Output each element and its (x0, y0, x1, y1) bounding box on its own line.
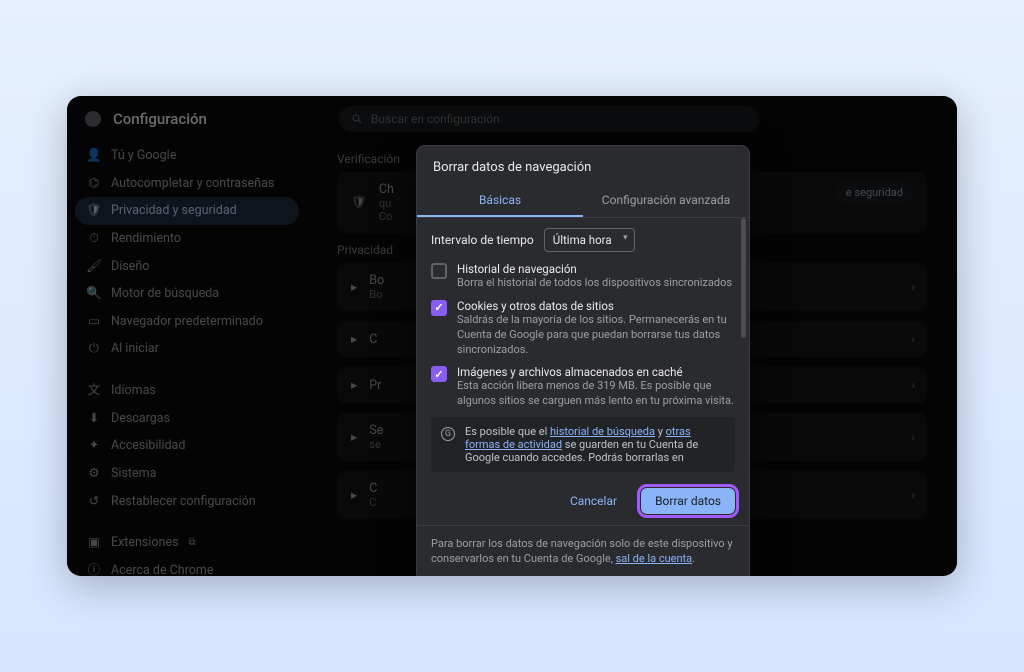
modal-scrollbar[interactable] (741, 218, 747, 478)
sidebar-item-label: Diseño (111, 259, 149, 275)
person-icon: 👤 (87, 148, 101, 164)
external-icon: ⧉ (189, 537, 196, 550)
clear-option-0: Historial de navegación Borra el histori… (431, 262, 735, 291)
search-icon: 🔍 (87, 286, 101, 302)
sidebar-item-t-y-google[interactable]: 👤 Tú y Google (75, 142, 299, 170)
chevron-right-icon: › (911, 378, 915, 392)
google-account-info: G Es posible que el historial de búsqued… (431, 417, 735, 472)
sidebar-item-label: Al iniciar (111, 341, 159, 357)
clear-data-button[interactable]: Borrar datos (641, 488, 735, 514)
chevron-right-icon: › (911, 332, 915, 346)
time-range-select[interactable]: Última hora (544, 228, 635, 252)
sidebar-item-sistema[interactable]: ⚙ Sistema (75, 460, 299, 488)
shield-icon: 🛡 (87, 203, 101, 219)
option-title: Cookies y otros datos de sitios (457, 299, 735, 313)
sidebar-item-rendimiento[interactable]: ⏱ Rendimiento (75, 225, 299, 253)
sidebar-item-label: Idiomas (111, 383, 156, 399)
modal-footer-note: Para borrar los datos de navegación solo… (417, 525, 749, 576)
a11y-icon: ✦ (87, 438, 101, 454)
sidebar-item-label: Navegador predeterminado (111, 314, 263, 330)
sidebar-item-label: Autocompletar y contraseñas (111, 176, 274, 192)
lock-icon: ▸ (351, 429, 357, 445)
sidebar-item-restablecer-configuraci-n[interactable]: ↺ Restablecer configuración (75, 488, 299, 516)
modal-title: Borrar datos de navegación (417, 146, 749, 185)
sidebar-item-label: Rendimiento (111, 231, 181, 247)
chevron-right-icon: › (911, 430, 915, 444)
priv-icon: ▸ (351, 377, 357, 393)
sidebar-item-descargas[interactable]: ⬇ Descargas (75, 405, 299, 433)
option-desc: Borra el historial de todos los disposit… (457, 276, 732, 291)
brush-icon: 🖌 (87, 259, 101, 275)
sidebar-item-label: Privacidad y seguridad (111, 203, 237, 219)
sidebar-item-extensiones[interactable]: ▣ Extensiones ⧉ (75, 529, 299, 557)
sidebar-item-motor-de-b-squeda[interactable]: 🔍 Motor de búsqueda (75, 280, 299, 308)
sign-out-link[interactable]: sal de la cuenta (616, 552, 693, 565)
search-icon (351, 113, 363, 125)
sidebar-item-label: Descargas (111, 411, 170, 427)
sidebar-item-label: Tú y Google (111, 148, 176, 164)
trash-icon: ▸ (351, 279, 357, 295)
time-range-label: Intervalo de tiempo (431, 233, 534, 247)
sidebar-item-al-iniciar[interactable]: ⏻ Al iniciar (75, 335, 299, 363)
tab-basic[interactable]: Básicas (417, 185, 583, 217)
clear-option-2: Imágenes y archivos almacenados en caché… (431, 365, 735, 409)
security-pill[interactable]: e seguridad (836, 182, 913, 203)
power-icon: ⏻ (87, 341, 101, 357)
tab-advanced[interactable]: Configuración avanzada (583, 185, 749, 217)
header: Configuración Buscar en configuración (67, 96, 957, 136)
sidebar-item-autocompletar-y-contrase-as[interactable]: ⌬ Autocompletar y contraseñas (75, 170, 299, 198)
chrome-icon (85, 111, 101, 127)
speed-icon: ⏱ (87, 231, 101, 247)
lang-icon: 文 (87, 383, 101, 399)
search-input[interactable]: Buscar en configuración (339, 106, 759, 132)
sidebar-item-navegador-predeterminado[interactable]: ▭ Navegador predeterminado (75, 308, 299, 336)
option-title: Imágenes y archivos almacenados en caché (457, 365, 735, 379)
checkbox-option-1[interactable] (431, 300, 447, 316)
clear-option-1: Cookies y otros datos de sitios Saldrás … (431, 299, 735, 358)
shield-icon: 🛡 (351, 195, 367, 210)
checkbox-option-2[interactable] (431, 366, 447, 382)
option-title: Historial de navegación (457, 262, 732, 276)
google-icon: G (441, 427, 455, 441)
sidebar-item-label: Motor de búsqueda (111, 286, 219, 302)
sidebar-item-label: Sistema (111, 466, 156, 482)
ext-icon: ▣ (87, 535, 101, 551)
window-icon: ▭ (87, 314, 101, 330)
page-title: Configuración (113, 110, 207, 128)
about-icon: ⓘ (87, 563, 101, 576)
modal-tabs: Básicas Configuración avanzada (417, 185, 749, 218)
sidebar-item-label: Restablecer configuración (111, 494, 256, 510)
cookie-icon: ▸ (351, 331, 357, 347)
clear-data-modal: Borrar datos de navegación Básicas Confi… (417, 146, 749, 576)
checkbox-option-0[interactable] (431, 263, 447, 279)
sidebar-item-label: Extensiones (111, 535, 179, 551)
option-desc: Saldrás de la mayoría de los sitios. Per… (457, 313, 735, 358)
reset-icon: ↺ (87, 494, 101, 510)
option-desc: Esta acción libera menos de 319 MB. Es p… (457, 379, 735, 409)
sidebar-item-idiomas[interactable]: 文 Idiomas (75, 377, 299, 405)
search-placeholder: Buscar en configuración (371, 112, 500, 126)
chevron-right-icon: › (911, 488, 915, 502)
search-history-link[interactable]: historial de búsqueda (550, 425, 655, 438)
site-icon: ▸ (351, 487, 357, 503)
cancel-button[interactable]: Cancelar (556, 488, 631, 514)
sidebar-item-accesibilidad[interactable]: ✦ Accesibilidad (75, 432, 299, 460)
key-icon: ⌬ (87, 176, 101, 192)
download-icon: ⬇ (87, 411, 101, 427)
system-icon: ⚙ (87, 466, 101, 482)
chevron-right-icon: › (911, 280, 915, 294)
sidebar-item-acerca-de-chrome[interactable]: ⓘ Acerca de Chrome (75, 557, 299, 576)
sidebar-item-dise-o[interactable]: 🖌 Diseño (75, 253, 299, 281)
sidebar: 👤 Tú y Google⌬ Autocompletar y contraseñ… (67, 136, 307, 576)
sidebar-item-label: Accesibilidad (111, 438, 185, 454)
sidebar-item-label: Acerca de Chrome (111, 563, 214, 576)
sidebar-item-privacidad-y-seguridad[interactable]: 🛡 Privacidad y seguridad (75, 197, 299, 225)
settings-window: Configuración Buscar en configuración 👤 … (67, 96, 957, 576)
